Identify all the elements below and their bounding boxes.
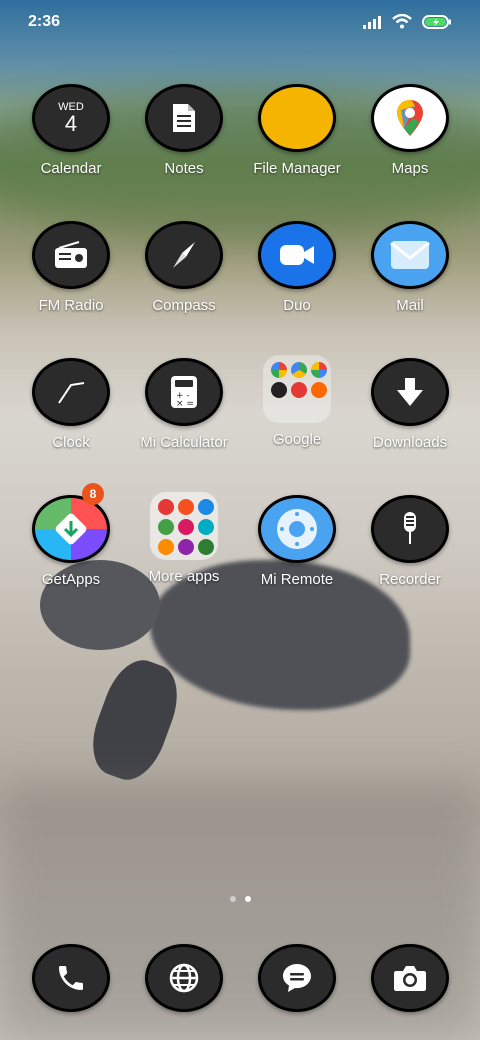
browser-icon xyxy=(145,944,223,1012)
battery-icon xyxy=(422,14,452,34)
app-label: GetApps xyxy=(41,571,101,588)
app-notes[interactable]: Notes xyxy=(129,84,239,177)
app-thumb-icon xyxy=(198,519,214,535)
svg-text:× =: × = xyxy=(176,399,194,409)
drive-icon xyxy=(291,362,307,378)
folder-preview xyxy=(263,355,331,423)
app-maps[interactable]: Maps xyxy=(355,84,465,177)
remote-icon xyxy=(258,495,336,563)
app-calendar[interactable]: WED 4 Calendar xyxy=(16,84,126,177)
mi-icon xyxy=(311,382,327,398)
app-label: Notes xyxy=(164,160,204,177)
calendar-icon: WED 4 xyxy=(32,84,110,152)
mail-icon xyxy=(371,221,449,289)
app-label: File Manager xyxy=(253,160,341,177)
app-getapps[interactable]: 8 GetApps xyxy=(16,483,126,588)
dock-browser[interactable] xyxy=(129,944,239,1012)
app-label: More apps xyxy=(148,568,220,585)
app-downloads[interactable]: Downloads xyxy=(355,358,465,451)
messages-icon xyxy=(258,944,336,1012)
play-movies-icon xyxy=(291,382,307,398)
app-label: Calendar xyxy=(40,160,102,177)
wifi-icon xyxy=(392,13,412,34)
app-thumb-icon xyxy=(158,539,174,555)
dock-camera[interactable] xyxy=(355,944,465,1012)
app-label: Mi Calculator xyxy=(140,434,228,451)
app-thumb-icon xyxy=(178,499,194,515)
youtube-icon xyxy=(271,382,287,398)
app-clock[interactable]: Clock xyxy=(16,358,126,451)
microphone-icon xyxy=(371,495,449,563)
notification-badge: 8 xyxy=(82,483,104,505)
download-icon xyxy=(371,358,449,426)
page-dot-active[interactable] xyxy=(244,896,251,902)
signal-icon xyxy=(362,15,382,34)
app-recorder[interactable]: Recorder xyxy=(355,495,465,588)
app-label: Maps xyxy=(391,160,429,177)
radio-icon xyxy=(32,221,110,289)
folder-preview xyxy=(150,492,218,560)
app-thumb-icon xyxy=(198,499,214,515)
app-thumb-icon xyxy=(158,519,174,535)
app-duo[interactable]: Duo xyxy=(242,221,352,314)
app-label: Google xyxy=(272,431,322,448)
app-label: Clock xyxy=(52,434,90,451)
camera-icon xyxy=(371,944,449,1012)
app-fm-radio[interactable]: FM Radio xyxy=(16,221,126,314)
app-compass[interactable]: Compass xyxy=(129,221,239,314)
getapps-icon xyxy=(32,495,110,563)
page-dot[interactable] xyxy=(229,896,236,902)
photos-icon xyxy=(311,362,327,378)
folder-google[interactable]: Google xyxy=(242,355,352,448)
app-mi-remote[interactable]: Mi Remote xyxy=(242,495,352,588)
app-label: FM Radio xyxy=(38,297,104,314)
app-thumb-icon xyxy=(158,499,174,515)
app-label: Compass xyxy=(152,297,216,314)
app-label: Recorder xyxy=(379,571,441,588)
app-thumb-icon xyxy=(178,539,194,555)
app-thumb-icon xyxy=(178,519,194,535)
clock-icon xyxy=(32,358,110,426)
calculator-icon: + - × = xyxy=(145,358,223,426)
folder-more-apps[interactable]: More apps xyxy=(129,492,239,585)
app-label: Mail xyxy=(396,297,424,314)
app-mi-calculator[interactable]: + - × = Mi Calculator xyxy=(129,358,239,451)
maps-icon xyxy=(371,84,449,152)
app-label: Downloads xyxy=(372,434,448,451)
app-thumb-icon xyxy=(198,539,214,555)
status-time: 2:36 xyxy=(28,13,61,30)
calendar-day: 4 xyxy=(64,111,78,136)
app-mail[interactable]: Mail xyxy=(355,221,465,314)
dock-phone[interactable] xyxy=(16,944,126,1012)
app-file-manager[interactable]: File Manager xyxy=(242,84,352,177)
app-label: Duo xyxy=(283,297,311,314)
phone-icon xyxy=(32,944,110,1012)
status-bar: 2:36 xyxy=(0,0,480,44)
duo-icon xyxy=(258,221,336,289)
compass-icon xyxy=(145,221,223,289)
dock-messages[interactable] xyxy=(242,944,352,1012)
folder-icon xyxy=(258,84,336,152)
app-label: Mi Remote xyxy=(260,571,334,588)
google-icon xyxy=(271,362,287,378)
page-indicator xyxy=(0,896,480,902)
notes-icon xyxy=(145,84,223,152)
